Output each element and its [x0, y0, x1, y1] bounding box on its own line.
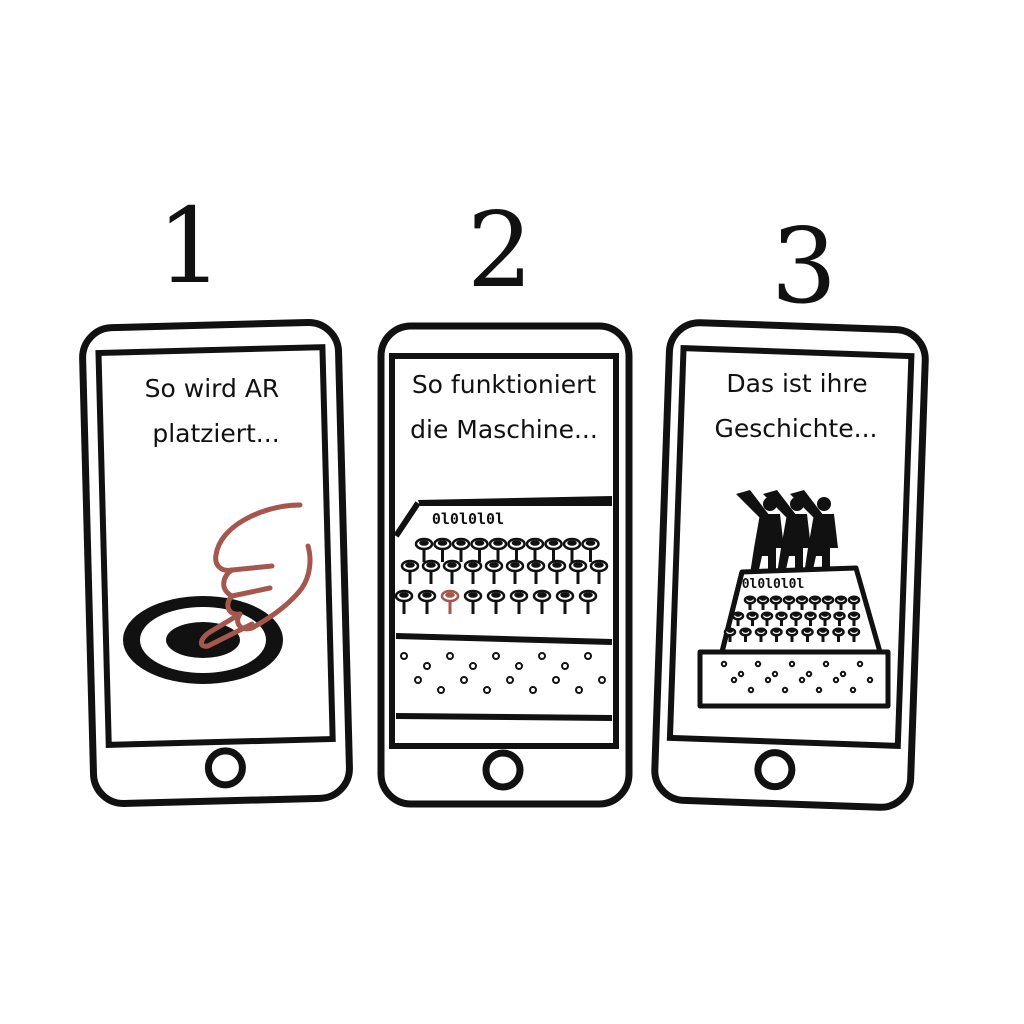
home-button-icon[interactable]: [482, 749, 524, 791]
caption-3-line-2: Geschichte...: [715, 414, 878, 443]
storyboard-illustration: 1 So wird AR platziert... 2 So funktioni…: [79, 185, 929, 811]
step-1: 1 So wird AR platziert...: [79, 185, 353, 807]
machine-label-3: 0l0l0l0l: [742, 577, 805, 592]
caption-2-line-2: die Maschine...: [410, 415, 598, 444]
caption-3-line-1: Das ist ihre: [726, 369, 867, 398]
step-2: 2 So funktioniert die Maschine... 0l0l0l…: [377, 189, 633, 808]
step-number-1: 1: [157, 185, 223, 307]
home-button-icon[interactable]: [754, 749, 796, 791]
home-button-icon[interactable]: [204, 747, 246, 789]
step-number-3: 3: [771, 205, 837, 327]
step-number-2: 2: [467, 189, 533, 311]
caption-1-line-1: So wird AR: [145, 374, 280, 403]
caption-1-line-2: platziert...: [152, 419, 279, 448]
machine-label-2: 0l0l0l0l: [432, 510, 504, 528]
caption-2-line-1: So funktioniert: [412, 370, 597, 399]
step-3: 3 Das ist ihre Geschichte... 0l0l0l0l: [651, 205, 929, 811]
